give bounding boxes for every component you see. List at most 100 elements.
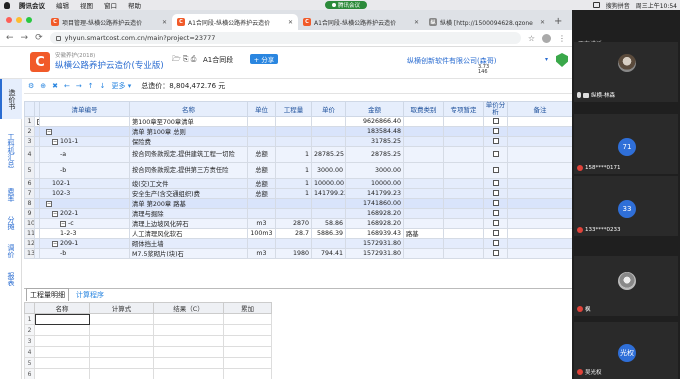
cell-code[interactable]: − [39, 198, 130, 209]
cell-code[interactable]: 1-2-3 [39, 228, 130, 239]
cell-name[interactable]: 清单 第100章 总则 [129, 126, 248, 137]
cell-name[interactable]: 清单 第200章 路基 [129, 198, 248, 209]
smartcost-logo[interactable]: C [30, 52, 50, 72]
cell-fee-type[interactable] [403, 136, 444, 147]
col-header-price[interactable]: 单价 [311, 101, 346, 117]
collapse-toggle-icon[interactable]: − [52, 211, 58, 217]
chevron-down-icon[interactable]: ▾ [545, 56, 548, 63]
detail-name-cell[interactable] [34, 357, 90, 369]
cell-amount[interactable]: 31785.25 [345, 136, 404, 147]
cell-code[interactable]: − [39, 126, 130, 137]
move-left-icon[interactable]: ← [64, 82, 70, 90]
row-number[interactable]: 2 [24, 126, 35, 137]
browser-tab-project[interactable]: C 项目管理-纵横公路养护云造价 ✕ [46, 14, 172, 30]
nav-price-adjust[interactable]: 调价 [0, 237, 22, 265]
detail-formula-cell[interactable] [89, 357, 154, 369]
cell-price[interactable] [311, 208, 346, 219]
maximize-window-icon[interactable] [26, 17, 32, 23]
cell-unit[interactable] [247, 116, 276, 127]
delete-row-icon[interactable]: ✖ [52, 82, 58, 90]
price-analysis-checkbox[interactable] [492, 150, 499, 157]
cell-special[interactable] [443, 228, 484, 239]
row-number[interactable]: 3 [24, 136, 35, 147]
cell-price-analysis[interactable] [483, 198, 508, 209]
cell-special[interactable] [443, 178, 484, 189]
cell-qty[interactable]: 1980 [275, 248, 312, 259]
detail-result-cell[interactable] [153, 324, 224, 336]
table-row[interactable]: 2 − 清单 第100章 总则 183584.48 [24, 126, 573, 137]
detail-cumulative-cell[interactable] [223, 346, 272, 358]
row-number[interactable]: 4 [24, 146, 35, 163]
input-method[interactable]: 搜狗拼音 [606, 1, 630, 10]
cell-price-analysis[interactable] [483, 178, 508, 189]
cell-qty[interactable]: 1 [275, 162, 312, 179]
cell-price[interactable]: 3000.00 [311, 162, 346, 179]
table-row[interactable]: 13 -b M7.5浆砌片(块)石 m3 1980 794.41 1572931.80 [24, 248, 573, 259]
cell-code[interactable]: −209-1 [39, 238, 130, 249]
cell-fee-type[interactable] [403, 162, 444, 179]
cell-name[interactable]: 竣(交)工文件 [129, 178, 248, 189]
tab-calc-program[interactable]: 计算程序 [73, 289, 107, 301]
table-row[interactable]: 3−101-1 保险费 31785.25 [24, 136, 573, 147]
cell-price-analysis[interactable] [483, 238, 508, 249]
cell-unit[interactable]: 总额 [247, 162, 276, 179]
cell-remark[interactable] [507, 126, 573, 137]
collapse-toggle-icon[interactable]: − [52, 241, 58, 247]
new-tab-button[interactable]: + [554, 16, 562, 27]
profile-avatar[interactable] [542, 33, 551, 43]
cell-amount[interactable]: 183584.48 [345, 126, 404, 137]
cell-name[interactable]: 第100章至700章清单 [129, 116, 248, 127]
cell-unit[interactable] [247, 126, 276, 137]
price-analysis-checkbox[interactable] [492, 249, 499, 256]
move-up-icon[interactable]: ↑ [88, 82, 94, 90]
cell-price-analysis[interactable] [483, 146, 508, 163]
cell-unit[interactable]: 总额 [247, 146, 276, 163]
row-number[interactable]: 10 [24, 218, 35, 229]
collapse-toggle-icon[interactable]: − [60, 221, 66, 227]
back-icon[interactable]: ← [6, 33, 14, 43]
menu-edit[interactable]: 编辑 [56, 0, 69, 10]
cell-amount[interactable]: 168928.20 [345, 218, 404, 229]
cell-special[interactable] [443, 136, 484, 147]
cell-price-analysis[interactable] [483, 162, 508, 179]
nav-estimate-book[interactable]: 造价书 [0, 79, 22, 119]
cell-price-analysis[interactable] [483, 126, 508, 137]
collapse-toggle-icon[interactable]: − [46, 201, 52, 207]
cell-price[interactable]: 10000.00 [311, 178, 346, 189]
collapse-toggle-icon[interactable]: − [46, 129, 52, 135]
share-button[interactable]: + 分享 [250, 54, 278, 64]
cell-fee-type[interactable] [403, 198, 444, 209]
cell-qty[interactable] [275, 208, 312, 219]
participant-tile[interactable]: 71 158****0171 [574, 114, 678, 174]
detail-cumulative-cell[interactable] [223, 313, 272, 325]
cell-remark[interactable] [507, 248, 573, 259]
cell-unit[interactable]: m3 [247, 218, 276, 229]
detail-row[interactable]: 2 [24, 324, 272, 336]
cell-special[interactable] [443, 126, 484, 137]
cell-qty[interactable] [275, 126, 312, 137]
detail-name-cell[interactable] [34, 313, 90, 325]
table-row[interactable]: 7 102-3 安全生产(含交通组织)费 总额 1 141799.23 141799.23 [24, 188, 573, 199]
cell-name[interactable]: 清理与掘除 [129, 208, 248, 219]
participant-tile[interactable]: 枫 [574, 256, 678, 316]
cell-fee-type[interactable] [403, 178, 444, 189]
table-row[interactable]: 10− -c 清理上边坡风化碎石 m3 2870 58.86 168928.20 [24, 218, 573, 229]
col-header-special[interactable]: 专项暂定 [443, 101, 484, 117]
table-row[interactable]: 11 1-2-3 人工清理风化软石 100m3 28.7 5886.39 168939.43… [24, 228, 573, 239]
nav-fee-rate[interactable]: 费率 [0, 181, 22, 209]
detail-formula-cell[interactable] [89, 324, 154, 336]
detail-cumulative-cell[interactable] [223, 324, 272, 336]
collapse-toggle-icon[interactable]: − [52, 139, 58, 145]
table-row[interactable]: 5 -b 按合同条款规定,提供第三方责任险 总额 1 3000.00 3000.00 [24, 162, 573, 179]
detail-row[interactable]: 5 [24, 357, 272, 369]
menu-view[interactable]: 视图 [80, 0, 93, 10]
cell-code[interactable]: -b [39, 248, 130, 259]
cell-remark[interactable] [507, 146, 573, 163]
row-number[interactable]: 5 [24, 162, 35, 179]
menu-help[interactable]: 帮助 [128, 0, 141, 10]
cell-price[interactable] [311, 126, 346, 137]
cell-special[interactable] [443, 162, 484, 179]
move-down-icon[interactable]: ↓ [100, 82, 106, 90]
cell-special[interactable] [443, 238, 484, 249]
cell-price[interactable] [311, 198, 346, 209]
